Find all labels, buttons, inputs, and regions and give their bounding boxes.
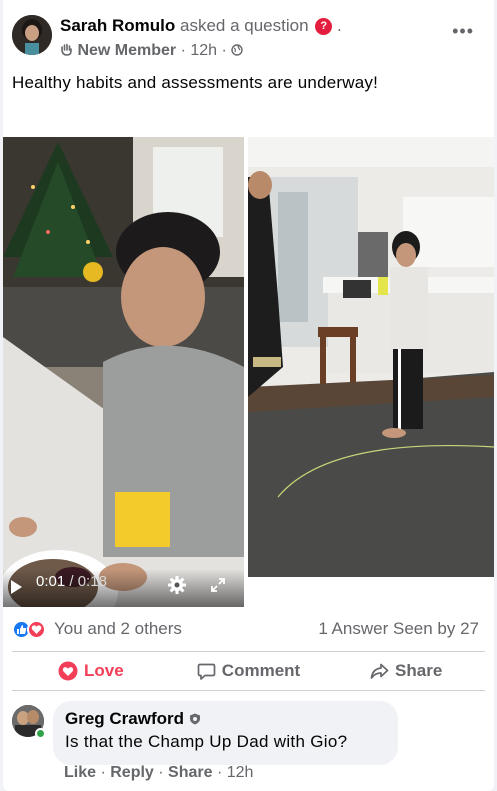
share-button[interactable]: Share [327, 652, 485, 690]
comment-label: Comment [221, 661, 301, 680]
commenter-name-row: Greg Crawford [65, 709, 386, 729]
post-media: 0:01 / 0:18 [3, 137, 494, 610]
fullscreen-icon[interactable] [210, 577, 226, 593]
video-duration: 0:18 [77, 573, 107, 590]
post-time[interactable]: 12h [190, 42, 217, 59]
period: . [337, 16, 342, 35]
online-status-indicator [35, 728, 46, 739]
video-controls: 0:01 / 0:18 [3, 569, 244, 607]
comment-icon [197, 663, 216, 680]
post-stats: 1 Answer Seen by 27 [318, 619, 479, 639]
post-action-text: asked a question [179, 16, 309, 35]
post-header: Sarah Romulo asked a question ? . [60, 16, 342, 36]
member-badge-label: New Member [77, 42, 177, 59]
comment-action-separator: · [96, 764, 111, 781]
comment-like-link[interactable]: Like [64, 764, 96, 781]
hand-wave-icon [61, 43, 72, 56]
comment-share-link[interactable]: Share [168, 764, 212, 781]
question-badge-icon: ? [315, 18, 333, 35]
author-avatar[interactable] [12, 15, 52, 55]
love-label: Love [83, 661, 124, 680]
post-card: Sarah Romulo asked a question ? . New Me… [3, 0, 494, 791]
reaction-summary-text: You and 2 others [54, 619, 182, 638]
shield-icon [190, 713, 201, 725]
comment-time[interactable]: 12h [227, 764, 254, 781]
comment-action-separator: · [212, 764, 227, 781]
comment-action-separator: · [153, 764, 169, 781]
globe-icon [231, 44, 243, 56]
comment-actions: Like · Reply · Share · 12h [64, 764, 253, 782]
love-icon [58, 661, 78, 681]
play-icon[interactable] [11, 580, 22, 594]
meta-separator: · [217, 42, 232, 59]
divider [12, 690, 485, 691]
commenter-name[interactable]: Greg Crawford [65, 709, 184, 729]
answers-count[interactable]: 1 Answer [318, 619, 388, 638]
comment-bubble: Greg Crawford Is that the Champ Up Dad w… [53, 701, 398, 765]
comment-reply-link[interactable]: Reply [110, 764, 154, 781]
meta-separator: · [176, 42, 191, 59]
video-frame-kid-exercise[interactable] [248, 137, 494, 577]
love-icon [27, 619, 46, 639]
seen-count[interactable]: Seen by 27 [393, 619, 479, 638]
current-time: 0:01 [36, 573, 66, 590]
video-time: 0:01 / 0:18 [36, 573, 107, 590]
post-actions: Love Comment Share [12, 652, 485, 690]
author-name[interactable]: Sarah Romulo [60, 16, 175, 35]
post-meta: New Member · 12h · [60, 42, 243, 60]
time-separator: / [65, 573, 78, 590]
love-button[interactable]: Love [12, 652, 170, 690]
share-icon [370, 663, 389, 679]
gear-icon[interactable] [167, 575, 187, 595]
more-options-icon[interactable]: ••• [452, 21, 474, 42]
share-label: Share [395, 661, 443, 680]
reaction-summary[interactable]: You and 2 others [12, 619, 182, 639]
post-text: Healthy habits and assessments are under… [12, 73, 378, 92]
video-player[interactable]: 0:01 / 0:18 [3, 137, 244, 607]
comment-button[interactable]: Comment [170, 652, 328, 690]
commenter-avatar[interactable] [12, 705, 46, 739]
comment-text: Is that the Champ Up Dad with Gio? [65, 732, 348, 751]
video-frame-kid-eating [3, 137, 244, 607]
